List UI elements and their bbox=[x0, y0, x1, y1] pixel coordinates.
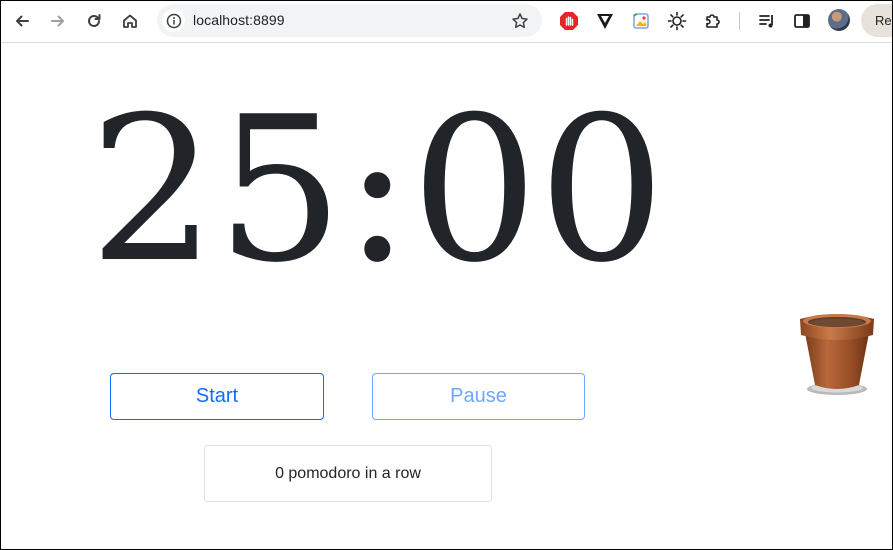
sun-icon bbox=[667, 11, 687, 31]
extension-picture[interactable] bbox=[629, 9, 653, 33]
extension-sun[interactable] bbox=[665, 9, 689, 33]
timer-display: 25:00 bbox=[89, 74, 666, 307]
browser-toolbar: localhost:8899 Rel bbox=[1, 1, 892, 43]
media-controls-button[interactable] bbox=[755, 9, 779, 33]
side-panel-button[interactable] bbox=[790, 9, 814, 33]
toolbar-divider bbox=[739, 12, 740, 30]
arrow-left-icon bbox=[16, 15, 29, 27]
side-panel-icon bbox=[794, 14, 810, 28]
reload-icon bbox=[88, 14, 101, 27]
flower-pot-icon bbox=[800, 314, 874, 395]
v-shield-icon bbox=[597, 14, 613, 29]
extension-stop[interactable] bbox=[557, 9, 581, 33]
pause-button[interactable]: Pause bbox=[372, 373, 585, 420]
start-button[interactable]: Start bbox=[110, 373, 324, 420]
puzzle-icon bbox=[706, 14, 720, 28]
profile-avatar[interactable] bbox=[828, 9, 850, 31]
home-icon bbox=[123, 14, 137, 28]
forward-button[interactable] bbox=[44, 7, 72, 35]
site-info-button[interactable] bbox=[162, 9, 185, 32]
reload-button[interactable] bbox=[80, 7, 108, 35]
picture-icon bbox=[633, 13, 649, 29]
arrow-right-icon bbox=[51, 15, 64, 27]
music-list-icon bbox=[759, 15, 773, 28]
star-icon bbox=[512, 13, 528, 29]
url-text[interactable]: localhost:8899 bbox=[193, 12, 285, 28]
bookmark-button[interactable] bbox=[509, 10, 531, 32]
extension-v[interactable] bbox=[593, 9, 617, 33]
pomodoro-counter: 0 pomodoro in a row bbox=[204, 445, 492, 502]
stop-hand-icon bbox=[560, 12, 578, 30]
home-button[interactable] bbox=[116, 7, 144, 35]
info-icon bbox=[166, 13, 181, 28]
back-button[interactable] bbox=[8, 7, 36, 35]
browser-window: localhost:8899 Rel 25:00 Start Pause 0 p… bbox=[0, 0, 893, 550]
extensions-button[interactable] bbox=[701, 9, 725, 33]
address-bar[interactable]: localhost:8899 bbox=[157, 4, 542, 37]
relaunch-button[interactable]: Rel bbox=[861, 4, 892, 37]
